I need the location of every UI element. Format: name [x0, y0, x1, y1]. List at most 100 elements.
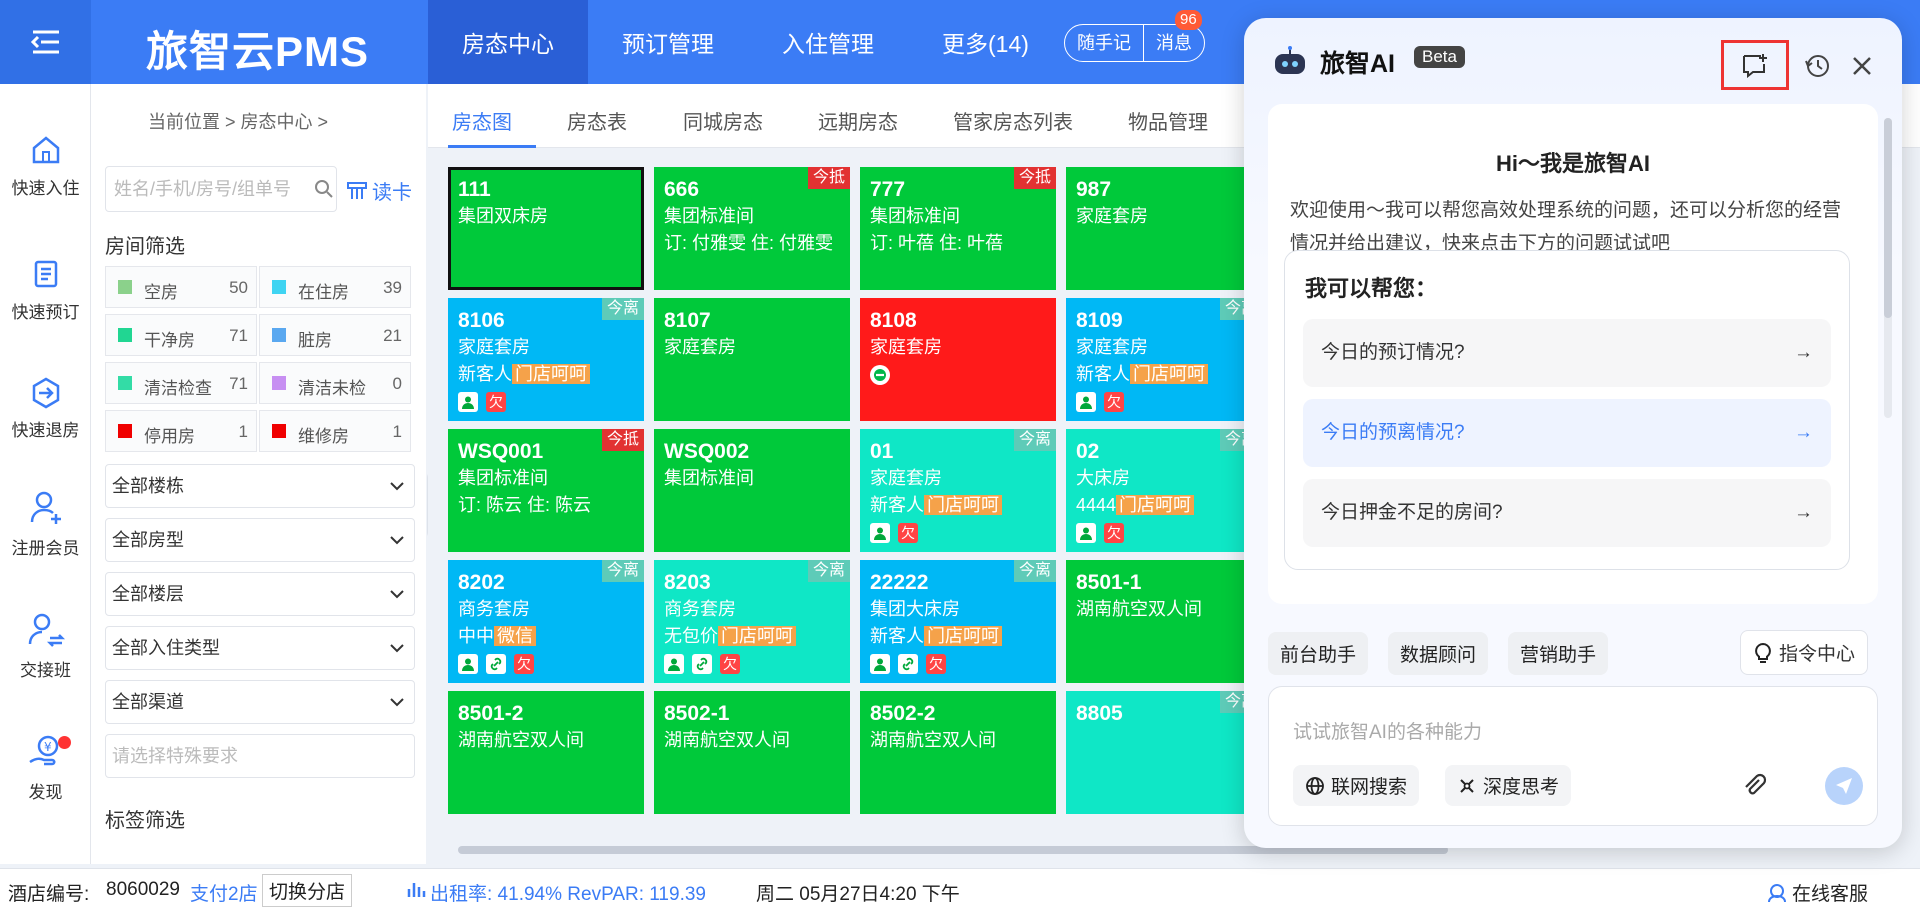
- nav-booking[interactable]: 预订管理: [588, 0, 748, 84]
- room-type: 湖南航空双人间: [458, 730, 584, 750]
- room-card[interactable]: 02 大床房 4444 门店呵呵欠今离: [1066, 429, 1262, 552]
- nav-room-center[interactable]: 房态中心: [428, 0, 588, 84]
- room-card[interactable]: 8108 家庭套房: [860, 298, 1056, 421]
- send-button[interactable]: [1825, 767, 1863, 805]
- floor-select[interactable]: 全部楼层: [105, 572, 415, 616]
- question-departures[interactable]: 今日的预离情况? →: [1303, 399, 1831, 467]
- person-icon: [458, 654, 478, 674]
- deep-think-toggle[interactable]: 深度思考: [1445, 765, 1572, 806]
- tab-future-rooms[interactable]: 远期房态: [818, 106, 898, 135]
- room-card[interactable]: 8109 家庭套房 新客人 门店呵呵欠今离: [1066, 298, 1262, 421]
- room-number: 987: [1076, 178, 1112, 201]
- room-number: 8502-2: [870, 702, 936, 725]
- rail-label: 快速入住: [11, 179, 80, 198]
- nav-checkin[interactable]: 入住管理: [748, 0, 908, 84]
- room-card[interactable]: 666 集团标准间 订: 付雅雯 住: 付雅雯 今抵: [654, 167, 850, 290]
- room-status-tag: 今抵: [807, 167, 850, 189]
- room-card[interactable]: 22222 集团大床房 新客人 门店呵呵欠今离: [860, 560, 1056, 683]
- tab-items[interactable]: 物品管理: [1128, 106, 1208, 135]
- room-card[interactable]: 8502-2 湖南航空双人间: [860, 691, 1056, 814]
- rail-handover[interactable]: 交接班: [0, 610, 91, 681]
- rail-quick-checkin[interactable]: 快速入住: [0, 132, 91, 199]
- nav-more[interactable]: 更多(14): [908, 0, 1063, 84]
- room-card[interactable]: 8502-1 湖南航空双人间: [654, 691, 850, 814]
- room-card[interactable]: 8106 家庭套房 新客人 门店呵呵欠今离: [448, 298, 644, 421]
- new-chat-button[interactable]: [1721, 40, 1789, 90]
- room-stat-3[interactable]: 脏房 21: [259, 314, 411, 356]
- messages-button[interactable]: 消息: [1143, 25, 1204, 61]
- room-icons: 欠: [1076, 392, 1252, 412]
- tab-room-table[interactable]: 房态表: [567, 106, 627, 135]
- search-icon[interactable]: [314, 179, 334, 199]
- read-card-button[interactable]: 读卡: [346, 176, 412, 205]
- rail-discover[interactable]: ¥ 发现: [0, 732, 91, 803]
- scroll-thumb[interactable]: [1884, 118, 1892, 318]
- tab-housekeeping-list[interactable]: 管家房态列表: [953, 106, 1073, 135]
- stat-label: 在住房: [298, 283, 349, 302]
- rail-quick-checkout[interactable]: 快速退房: [0, 374, 91, 441]
- switch-store-button[interactable]: 切换分店: [262, 874, 353, 907]
- tab-city-rooms[interactable]: 同城房态: [683, 106, 763, 135]
- web-search-toggle[interactable]: 联网搜索: [1293, 765, 1420, 806]
- deep-think-icon: [1460, 778, 1474, 793]
- rail-quick-booking[interactable]: 快速预订: [0, 256, 91, 323]
- room-card[interactable]: WSQ001 集团标准间 订: 陈云 住: 陈云 今抵: [448, 429, 644, 552]
- room-card[interactable]: WSQ002 集团标准间: [654, 429, 850, 552]
- room-card[interactable]: 777 集团标准间 订: 叶蓓 住: 叶蓓 今抵: [860, 167, 1056, 290]
- tab-room-map[interactable]: 房态图: [452, 106, 512, 135]
- guest-name: 新客人: [1076, 364, 1130, 384]
- room-stat-7[interactable]: 维修房 1: [259, 410, 411, 452]
- front-desk-assistant-chip[interactable]: 前台助手: [1268, 632, 1369, 675]
- online-service-label: 在线客服: [1792, 884, 1869, 905]
- room-card[interactable]: 8501-2 湖南航空双人间: [448, 691, 644, 814]
- history-icon[interactable]: [1804, 52, 1832, 80]
- hotel-no: 8060029: [106, 879, 180, 900]
- building-select[interactable]: 全部楼栋: [105, 464, 415, 508]
- room-type: 商务套房: [664, 599, 736, 619]
- room-stat-2[interactable]: 干净房 71: [105, 314, 257, 356]
- question-bookings[interactable]: 今日的预订情况? →: [1303, 319, 1831, 387]
- room-card[interactable]: 8203 商务套房 无包价 门店呵呵欠今离: [654, 560, 850, 683]
- checkin-type-select[interactable]: 全部入住类型: [105, 626, 415, 670]
- special-request-select[interactable]: 请选择特殊要求: [105, 734, 415, 778]
- ai-chat-input[interactable]: 试试旅智AI的各种能力 联网搜索 深度思考: [1268, 686, 1878, 826]
- room-stat-4[interactable]: 清洁检查 71: [105, 362, 257, 404]
- ai-scrollbar[interactable]: [1884, 118, 1892, 418]
- status-swatch: [272, 376, 286, 390]
- room-stat-5[interactable]: 清洁未检 0: [259, 362, 411, 404]
- room-card[interactable]: 8501-1 湖南航空双人间: [1066, 560, 1262, 683]
- close-icon[interactable]: [1850, 54, 1874, 78]
- online-service-button[interactable]: 在线客服: [1766, 879, 1868, 906]
- room-stat-1[interactable]: 在住房 39: [259, 266, 411, 308]
- room-card[interactable]: 8805 今离: [1066, 691, 1262, 814]
- room-card[interactable]: 8202 商务套房 中中 微信欠今离: [448, 560, 644, 683]
- room-card[interactable]: 987 家庭套房: [1066, 167, 1262, 290]
- channel-chip: 微信: [494, 626, 536, 646]
- room-guest-line: 4444 门店呵呵: [1076, 492, 1252, 519]
- rail-register-member[interactable]: 注册会员: [0, 488, 91, 559]
- question-deposit[interactable]: 今日押金不足的房间? →: [1303, 479, 1831, 547]
- channel-select[interactable]: 全部渠道: [105, 680, 415, 724]
- menu-toggle-button[interactable]: [0, 0, 91, 84]
- marketing-assistant-chip[interactable]: 营销助手: [1508, 632, 1609, 675]
- customer-service-icon: [1768, 883, 1786, 902]
- question-label: 今日的预订情况?: [1321, 342, 1465, 363]
- data-advisor-chip[interactable]: 数据顾问: [1388, 632, 1489, 675]
- room-card[interactable]: 111 集团双床房: [448, 167, 644, 290]
- notes-button[interactable]: 随手记: [1065, 25, 1143, 61]
- owe-icon: 欠: [898, 523, 918, 543]
- command-center-button[interactable]: 指令中心: [1740, 630, 1869, 675]
- room-card[interactable]: 8107 家庭套房: [654, 298, 850, 421]
- room-icons: 欠: [870, 523, 1046, 543]
- stat-label: 清洁未检: [298, 379, 366, 398]
- room-stat-0[interactable]: 空房 50: [105, 266, 257, 308]
- room-stat-6[interactable]: 停用房 1: [105, 410, 257, 452]
- room-type-select[interactable]: 全部房型: [105, 518, 415, 562]
- select-value: 全部入住类型: [112, 638, 220, 658]
- room-status-tag: 今离: [807, 560, 850, 582]
- room-card[interactable]: 01 家庭套房 新客人 门店呵呵欠今离: [860, 429, 1056, 552]
- guest-search-input[interactable]: 姓名/手机/房号/组单号: [105, 166, 337, 212]
- room-icons: 欠: [458, 392, 634, 412]
- rail-label: 注册会员: [11, 539, 80, 558]
- paperclip-icon[interactable]: [1741, 773, 1767, 799]
